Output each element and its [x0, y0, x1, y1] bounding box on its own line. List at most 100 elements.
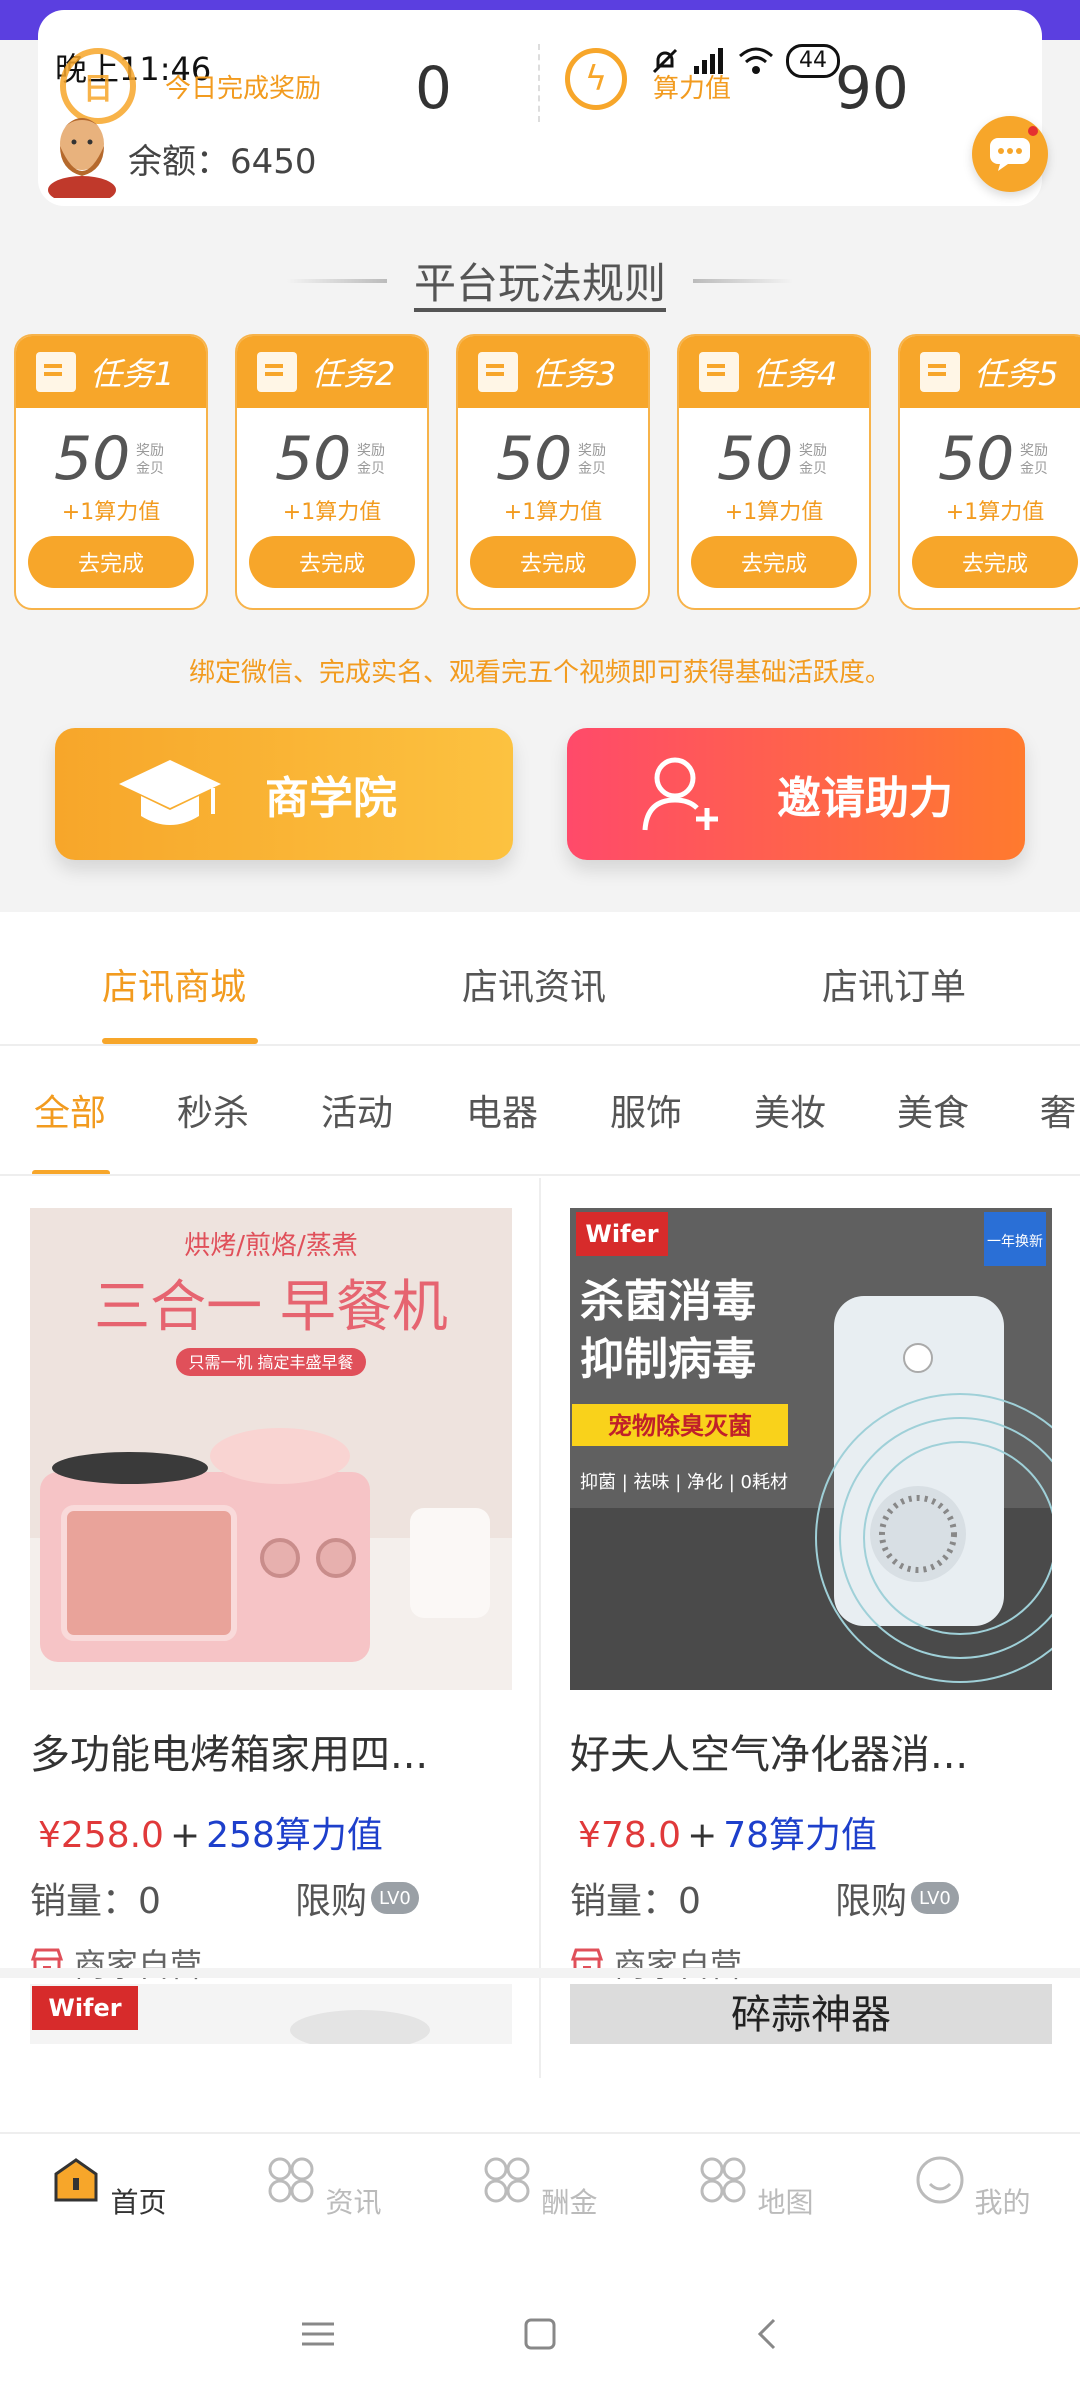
grid-icon — [484, 2157, 530, 2203]
product-sales: 销量：0 — [570, 1881, 701, 1922]
nav-home[interactable]: 首页 — [48, 2154, 168, 2221]
power-number: 90 — [835, 54, 909, 122]
nav-profile[interactable]: 我的 — [912, 2154, 1032, 2221]
product-name[interactable]: 多功能电烤箱家用四... — [30, 1722, 520, 1780]
nav-map-label: 地图 — [757, 2186, 814, 2219]
nav-commission[interactable]: 酬金 — [479, 2154, 599, 2221]
task-card: 任务5 50 奖励金贝 +1算力值 去完成 — [898, 334, 1080, 610]
summary-divider — [538, 44, 540, 122]
task-unit: 奖励金贝 — [357, 443, 385, 477]
avatar[interactable] — [44, 100, 120, 198]
power-value: ϟ 算力值 90 — [565, 48, 985, 124]
task-bonus: +1算力值 — [503, 500, 603, 525]
task-title: 任务1 — [90, 355, 175, 393]
task-header: 任务5 — [900, 336, 1080, 408]
task-title: 任务2 — [311, 355, 396, 393]
back-icon[interactable] — [748, 2314, 788, 2354]
document-icon — [699, 352, 739, 392]
task-title: 任务5 — [974, 355, 1059, 393]
image-line-2: 抑制病毒 — [580, 1334, 756, 1385]
nav-news-label: 资讯 — [325, 2186, 382, 2219]
shop-info: 商家自营 — [570, 1940, 742, 1986]
task-card: 任务1 50 奖励金贝 +1算力值 去完成 — [14, 334, 208, 610]
task-bonus: +1算力值 — [282, 500, 382, 525]
category-apparel[interactable]: 服饰 — [610, 1084, 682, 1136]
task-go-button[interactable]: 去完成 — [912, 536, 1078, 588]
image-tag: 宠物除臭灭菌 — [608, 1412, 752, 1440]
price-plus: + — [687, 1815, 718, 1856]
activity-tip: 绑定微信、完成实名、观看完五个视频即可获得基础活跃度。 — [188, 658, 891, 688]
document-icon — [478, 352, 518, 392]
mall-section: 店讯商城 店讯资讯 店讯订单 全部 秒杀 活动 电器 服饰 美妆 美食 奢 烘烤… — [0, 912, 1080, 2132]
product-image[interactable]: 烘烤/煎烙/蒸煮 三合一 早餐机 只需一机 搞定丰盛早餐 — [30, 1208, 512, 1690]
task-title: 任务3 — [532, 355, 617, 393]
task-go-button[interactable]: 去完成 — [249, 536, 415, 588]
task-go-button[interactable]: 去完成 — [691, 536, 857, 588]
grid-icon — [268, 2157, 314, 2203]
tab-news[interactable]: 店讯资讯 — [462, 958, 606, 1010]
product-image[interactable]: Wifer 一年换新 杀菌消毒 抑制病毒 宠物除臭灭菌 抑菌 | 祛味 | 净化… — [570, 1208, 1052, 1690]
purchase-limit: 限购 LV0 — [295, 1872, 419, 1924]
product-image-peek[interactable]: 碎蒜神器 — [570, 1984, 1052, 2044]
limit-label: 限购 — [295, 1881, 368, 1922]
category-beauty[interactable]: 美妆 — [754, 1084, 826, 1136]
business-school-label: 商学院 — [265, 773, 397, 824]
tab-mall[interactable]: 店讯商城 — [102, 958, 246, 1010]
task-go-button[interactable]: 去完成 — [28, 536, 194, 588]
invite-help-button[interactable]: 邀请助力 — [567, 728, 1025, 860]
product-name[interactable]: 好夫人空气净化器消... — [570, 1722, 1060, 1780]
category-events[interactable]: 活动 — [321, 1084, 393, 1136]
nav-home-label: 首页 — [110, 2186, 167, 2219]
task-card: 任务4 50 奖励金贝 +1算力值 去完成 — [677, 334, 871, 610]
price-power: 78算力值 — [723, 1815, 878, 1856]
category-all[interactable]: 全部 — [34, 1084, 106, 1136]
category-food[interactable]: 美食 — [897, 1084, 969, 1136]
category-luxury[interactable]: 奢 — [1040, 1084, 1076, 1136]
product-price: ¥78.0 +78算力值 — [578, 1806, 877, 1858]
home-icon — [54, 2158, 98, 2202]
main-tabs: 店讯商城 店讯资讯 店讯订单 — [0, 912, 1080, 1046]
task-go-button[interactable]: 去完成 — [470, 536, 636, 588]
task-unit: 奖励金贝 — [799, 443, 827, 477]
tab-orders[interactable]: 店讯订单 — [822, 958, 966, 1010]
task-header: 任务4 — [679, 336, 869, 408]
task-header: 任务3 — [458, 336, 648, 408]
task-list[interactable]: 任务1 50 奖励金贝 +1算力值 去完成 任务2 50 奖励金贝 +1算力值 … — [14, 334, 1080, 612]
nav-news[interactable]: 资讯 — [263, 2154, 383, 2221]
limit-label: 限购 — [835, 1881, 908, 1922]
message-button[interactable] — [972, 116, 1048, 192]
today-reward-label: 今日完成奖励 — [165, 74, 322, 104]
task-card: 任务2 50 奖励金贝 +1算力值 去完成 — [235, 334, 429, 610]
balance-text: 余额：6450 — [128, 142, 317, 182]
menu-icon[interactable] — [298, 2314, 338, 2354]
power-label: 算力值 — [653, 74, 732, 104]
rules-header[interactable]: 平台玩法规则 — [0, 250, 1080, 311]
shop-label: 商家自营 — [74, 1946, 203, 1984]
task-amount: 50 — [938, 424, 1015, 494]
business-school-button[interactable]: 商学院 — [55, 728, 513, 860]
task-unit: 奖励金贝 — [136, 443, 164, 477]
graduation-cap-icon — [119, 760, 221, 825]
lightning-icon: ϟ — [565, 48, 627, 110]
smile-icon — [916, 2156, 964, 2204]
nav-map[interactable]: 地图 — [695, 2154, 815, 2221]
image-corner: 一年换新 — [987, 1233, 1043, 1250]
price-plus: + — [169, 1815, 201, 1856]
category-flash-sale[interactable]: 秒杀 — [177, 1084, 249, 1136]
category-appliances[interactable]: 电器 — [466, 1084, 538, 1136]
category-tabs: 全部 秒杀 活动 电器 服饰 美妆 美食 奢 — [0, 1048, 1080, 1176]
task-amount: 50 — [275, 424, 352, 494]
price-yuan: ¥258.0 — [38, 1815, 164, 1856]
home-square-icon[interactable] — [520, 2314, 560, 2354]
rules-title[interactable]: 平台玩法规则 — [414, 250, 666, 311]
add-user-icon — [642, 757, 718, 831]
image-subtitle: 抑菌 | 祛味 | 净化 | 0耗材 — [580, 1472, 788, 1493]
product-image-peek[interactable]: Wifer — [30, 1984, 512, 2044]
bottom-navigation: 首页 资讯 酬金 地图 我的 — [0, 2132, 1080, 2270]
image-line-1: 杀菌消毒 — [580, 1276, 756, 1327]
product-card[interactable]: Wifer 一年换新 杀菌消毒 抑制病毒 宠物除臭灭菌 抑菌 | 祛味 | 净化… — [540, 1178, 1080, 1984]
system-navigation — [0, 2270, 1080, 2400]
document-icon — [36, 352, 76, 392]
product-card[interactable]: 烘烤/煎烙/蒸煮 三合一 早餐机 只需一机 搞定丰盛早餐 多功能电烤箱家用四..… — [0, 1178, 540, 1984]
task-amount: 50 — [717, 424, 794, 494]
